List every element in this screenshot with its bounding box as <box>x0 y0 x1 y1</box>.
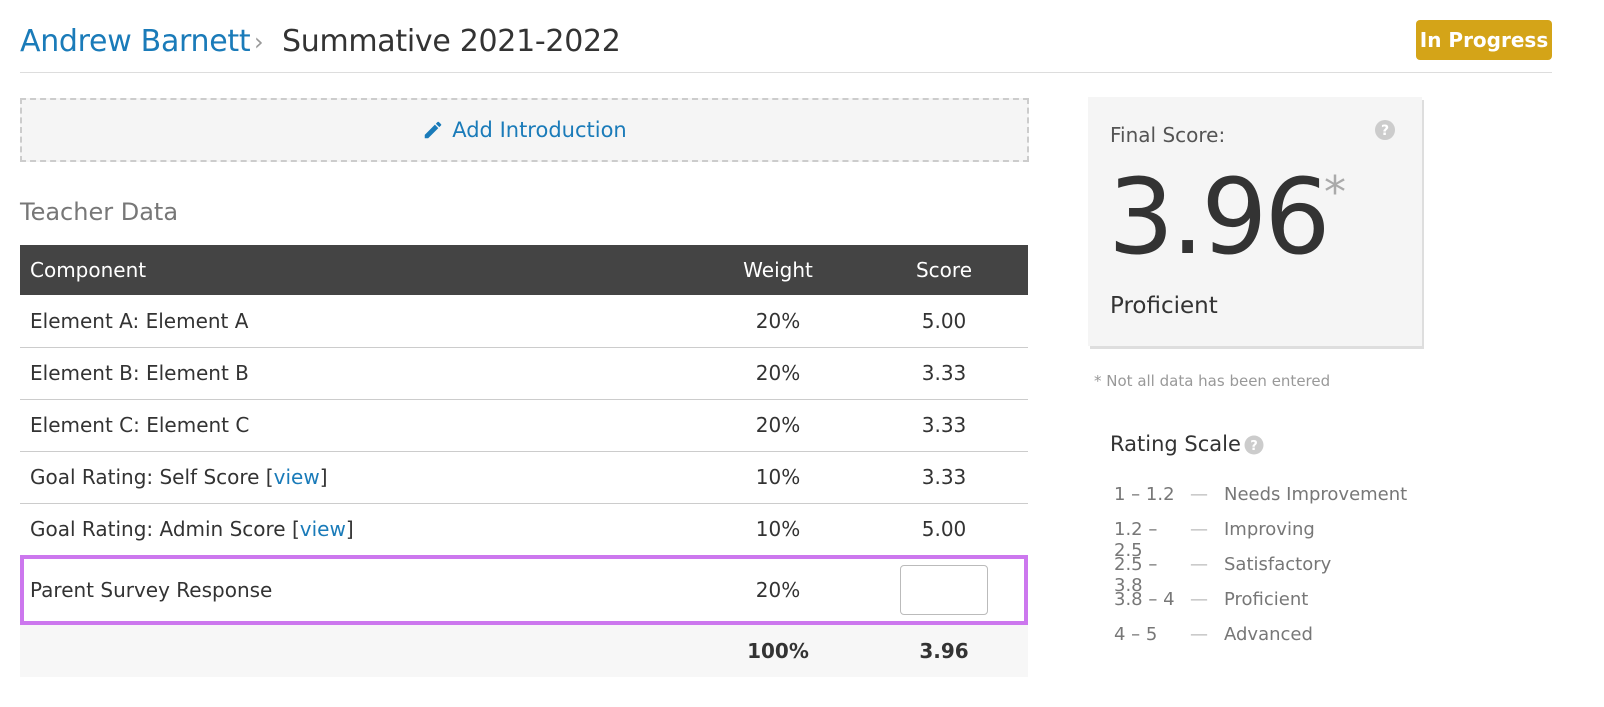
weight-cell: 10% <box>755 517 801 541</box>
component-cell: Element A: Element A <box>30 308 249 333</box>
component-cell: Goal Rating: Self Score [view] <box>20 451 696 503</box>
rating-range: 2.5 – 3.8 <box>1114 554 1158 596</box>
total-score: 3.96 <box>919 639 969 663</box>
bracket-close: ] <box>345 517 354 541</box>
component-cell: Goal Rating: Admin Score [view] <box>20 503 696 555</box>
status-badge: In Progress <box>1416 20 1552 60</box>
score-cell <box>860 555 1028 625</box>
rating-dash: — <box>1190 624 1208 645</box>
column-header-score: Score <box>915 258 972 282</box>
table-row: Goal Rating: Self Score [view] 10% 3.33 <box>20 451 1028 503</box>
rating-scale-item: 4 – 5 — Advanced <box>1114 624 1407 659</box>
rating-range: 1.2 – 2.5 <box>1114 519 1158 561</box>
totals-label-cell <box>20 625 696 677</box>
rating-label: Proficient <box>1224 589 1309 610</box>
rating-scale-list: 1 – 1.2 — Needs Improvement 1.2 – 2.5 — … <box>1114 484 1407 659</box>
column-header-component: Component <box>30 258 147 282</box>
rating-label: Advanced <box>1224 624 1313 645</box>
weight-cell: 10% <box>755 465 801 489</box>
weight-cell: 20% <box>755 308 801 333</box>
score-cell: 3.33 <box>921 361 967 385</box>
add-introduction-button[interactable]: Add Introduction <box>20 98 1029 162</box>
rating-scale-item: 1 – 1.2 — Needs Improvement <box>1114 484 1407 519</box>
section-title: Teacher Data <box>20 198 179 226</box>
component-text: Goal Rating: Admin Score [ <box>30 517 300 541</box>
final-score-card: Final Score: ? 3.96 * Proficient <box>1088 97 1422 346</box>
incomplete-asterisk: * <box>1324 167 1346 218</box>
rating-label: Needs Improvement <box>1224 484 1408 505</box>
rating-range: 3.8 – 4 <box>1114 589 1175 610</box>
rating-scale-title: Rating Scale <box>1110 432 1241 456</box>
help-icon[interactable]: ? <box>1374 119 1396 141</box>
component-cell: Element C: Element C <box>30 413 250 437</box>
rating-scale-item: 1.2 – 2.5 — Improving <box>1114 519 1407 561</box>
component-cell: Parent Survey Response <box>30 578 273 603</box>
svg-text:?: ? <box>1381 123 1389 139</box>
add-introduction-label: Add Introduction <box>452 118 627 142</box>
rating-label: Improving <box>1224 519 1315 540</box>
breadcrumb-teacher-link[interactable]: Andrew Barnett <box>20 24 251 59</box>
rating-scale-item: 2.5 – 3.8 — Satisfactory <box>1114 554 1407 596</box>
final-score-value: 3.96 <box>1108 156 1331 278</box>
component-cell: Element B: Element B <box>30 361 249 385</box>
rating-label: Satisfactory <box>1224 554 1332 575</box>
teacher-data-table: Component Weight Score Element A: Elemen… <box>20 245 1028 677</box>
svg-text:?: ? <box>1250 439 1258 454</box>
page-title: Summative 2021-2022 <box>282 24 621 59</box>
breadcrumb-separator: › <box>254 28 264 56</box>
rating-range: 1 – 1.2 <box>1114 484 1175 505</box>
rating-dash: — <box>1190 484 1208 505</box>
table-row: Element C: Element C 20% 3.33 <box>20 399 1028 451</box>
total-weight: 100% <box>747 639 809 663</box>
view-self-score-link[interactable]: view <box>274 465 320 489</box>
score-cell: 5.00 <box>921 308 967 333</box>
rating-dash: — <box>1190 554 1208 575</box>
rating-dash: — <box>1190 519 1208 540</box>
bracket-close: ] <box>319 465 328 489</box>
final-score-level: Proficient <box>1110 293 1218 319</box>
score-cell: 5.00 <box>921 517 967 541</box>
final-score-label: Final Score: <box>1110 123 1226 147</box>
component-text: Goal Rating: Self Score [ <box>30 465 274 489</box>
page-header: Andrew Barnett › Summative 2021-2022 In … <box>20 18 1552 73</box>
pencil-icon <box>424 121 442 139</box>
score-cell: 3.33 <box>921 465 967 489</box>
table-header-row: Component Weight Score <box>20 245 1028 295</box>
table-row: Element B: Element B 20% 3.33 <box>20 347 1028 399</box>
column-header-weight: Weight <box>743 258 813 282</box>
rating-range: 4 – 5 <box>1114 624 1158 645</box>
rating-scale-help-icon[interactable]: ? <box>1244 435 1264 455</box>
weight-cell: 20% <box>755 361 801 385</box>
weight-cell: 20% <box>755 578 801 603</box>
parent-survey-score-input[interactable] <box>900 565 988 616</box>
incomplete-data-note: * Not all data has been entered <box>1094 372 1331 390</box>
table-row: Element A: Element A 20% 5.00 <box>20 295 1028 347</box>
view-admin-score-link[interactable]: view <box>300 517 346 541</box>
rating-scale-item: 3.8 – 4 — Proficient <box>1114 589 1407 624</box>
table-row: Goal Rating: Admin Score [view] 10% 5.00 <box>20 503 1028 555</box>
rating-dash: — <box>1190 589 1208 610</box>
weight-cell: 20% <box>755 413 801 437</box>
score-cell: 3.33 <box>921 413 967 437</box>
totals-row: 100% 3.96 <box>20 625 1028 677</box>
table-row-parent-survey: Parent Survey Response 20% <box>20 555 1028 625</box>
